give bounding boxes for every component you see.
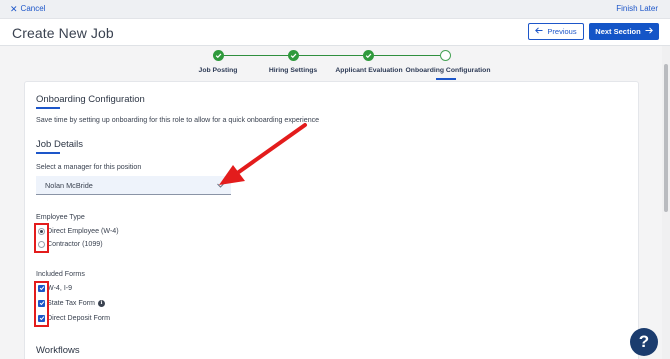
section-rule bbox=[36, 152, 60, 154]
checkbox-label: W-4, I-9 bbox=[47, 284, 73, 292]
checkbox-label: Direct Deposit Form bbox=[47, 314, 111, 322]
step-current-icon bbox=[440, 50, 451, 61]
highlight-box-included-forms bbox=[34, 281, 49, 327]
page-header: Create New Job Previous Next Section bbox=[0, 19, 670, 46]
page-title: Create New Job bbox=[12, 25, 114, 41]
manager-label: Select a manager for this position bbox=[36, 163, 142, 171]
next-section-button[interactable]: Next Section bbox=[589, 23, 659, 40]
included-forms-label: Included Forms bbox=[36, 270, 85, 278]
arrow-right-icon bbox=[645, 27, 653, 36]
workflows-title: Workflows bbox=[36, 345, 80, 356]
step-onboarding-configuration[interactable]: Onboarding Configuration bbox=[406, 67, 491, 74]
active-step-indicator bbox=[436, 78, 456, 80]
step-complete-icon bbox=[363, 50, 374, 61]
checkbox-label: State Tax Form bbox=[47, 299, 95, 307]
step-connector bbox=[374, 55, 440, 56]
onboarding-title: Onboarding Configuration bbox=[36, 94, 145, 105]
step-connector bbox=[299, 55, 363, 56]
step-job-posting[interactable]: Job Posting bbox=[199, 67, 238, 74]
finish-later-link[interactable]: Finish Later bbox=[616, 4, 658, 13]
radio-label: Contractor (1099) bbox=[47, 240, 103, 248]
radio-label: Direct Employee (W-4) bbox=[47, 227, 119, 235]
section-rule bbox=[36, 107, 60, 109]
highlight-box-employee-type bbox=[34, 223, 49, 253]
close-icon: ✕ bbox=[10, 3, 18, 14]
employee-type-label: Employee Type bbox=[36, 213, 85, 221]
onboarding-description: Save time by setting up onboarding for t… bbox=[36, 116, 320, 124]
job-details-title: Job Details bbox=[36, 139, 83, 150]
step-complete-icon bbox=[213, 50, 224, 61]
help-button[interactable]: ? bbox=[630, 328, 658, 356]
arrow-left-icon bbox=[535, 27, 543, 36]
manager-select[interactable]: Nolan McBride bbox=[36, 176, 231, 195]
step-connector bbox=[224, 55, 288, 56]
cancel-label: Cancel bbox=[20, 4, 46, 13]
info-icon[interactable]: i bbox=[97, 299, 105, 307]
radio-direct-employee[interactable]: Direct Employee (W-4) bbox=[38, 227, 119, 235]
manager-value: Nolan McBride bbox=[45, 181, 93, 190]
top-bar: ✕ Cancel Finish Later bbox=[0, 0, 670, 19]
cancel-link[interactable]: ✕ Cancel bbox=[10, 4, 45, 13]
next-label: Next Section bbox=[595, 27, 641, 36]
previous-button[interactable]: Previous bbox=[528, 23, 584, 40]
step-complete-icon bbox=[288, 50, 299, 61]
previous-label: Previous bbox=[547, 27, 577, 36]
chevron-down-icon bbox=[217, 183, 224, 188]
step-hiring-settings[interactable]: Hiring Settings bbox=[269, 67, 317, 74]
scrollbar-thumb[interactable] bbox=[664, 64, 668, 212]
step-applicant-evaluation[interactable]: Applicant Evaluation bbox=[335, 67, 402, 74]
